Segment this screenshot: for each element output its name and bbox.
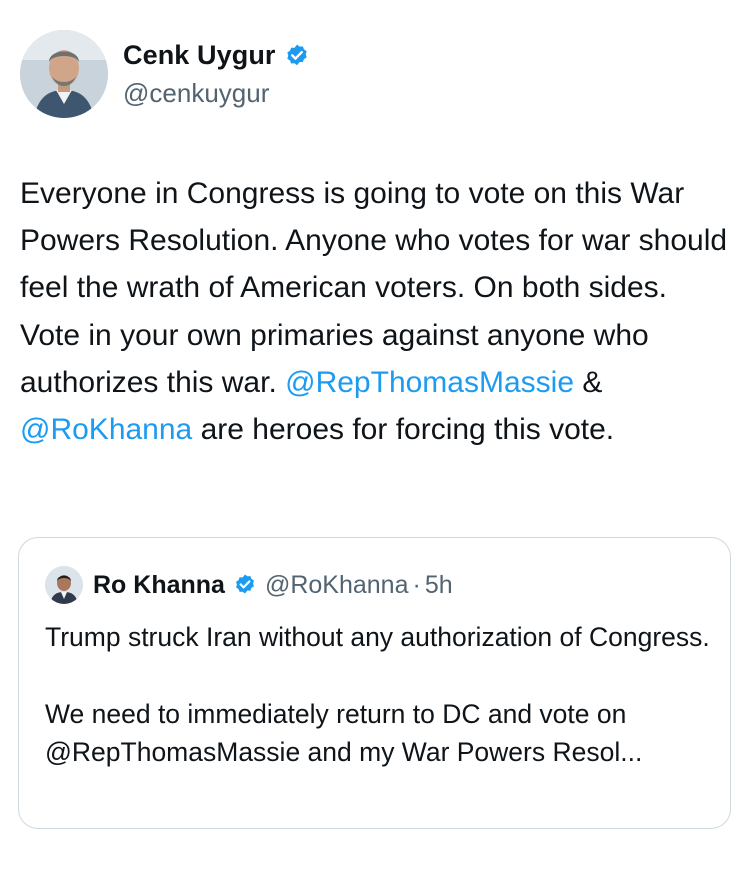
quoted-tweet-card[interactable]: Ro Khanna @RoKhanna · 5h Trump struck Ir… bbox=[18, 537, 731, 829]
mention-link-repthomasmassie[interactable]: @RepThomasMassie bbox=[285, 366, 574, 399]
author-avatar[interactable] bbox=[20, 30, 108, 118]
tweet-text-segment: & bbox=[574, 365, 603, 399]
quoted-author-handle[interactable]: @RoKhanna bbox=[265, 571, 409, 600]
author-name-row: Cenk Uygur bbox=[123, 40, 310, 71]
mention-link-rokhanna[interactable]: @RoKhanna bbox=[20, 413, 192, 446]
quoted-avatar-image bbox=[45, 566, 83, 604]
verified-badge-icon bbox=[236, 574, 254, 594]
quoted-author-name[interactable]: Ro Khanna bbox=[93, 571, 225, 600]
author-handle[interactable]: @cenkuygur bbox=[123, 78, 269, 109]
quoted-paragraph: Trump struck Iran without any authorizat… bbox=[45, 622, 710, 652]
quoted-paragraph: We need to immediately return to DC and … bbox=[45, 698, 643, 768]
tweet-body: Everyone in Congress is going to vote on… bbox=[20, 170, 732, 453]
quoted-tweet-header: Ro Khanna @RoKhanna · 5h bbox=[45, 566, 453, 604]
tweet-text-segment: are heroes for forcing this vote. bbox=[192, 413, 615, 447]
avatar-image bbox=[20, 30, 108, 118]
separator-dot: · bbox=[412, 570, 421, 599]
verified-badge-icon bbox=[286, 44, 307, 65]
quoted-tweet-body: Trump struck Iran without any authorizat… bbox=[45, 618, 715, 772]
quoted-author-avatar[interactable] bbox=[45, 566, 83, 604]
quoted-tweet-timestamp[interactable]: 5h bbox=[425, 571, 453, 600]
author-name[interactable]: Cenk Uygur bbox=[123, 40, 276, 71]
